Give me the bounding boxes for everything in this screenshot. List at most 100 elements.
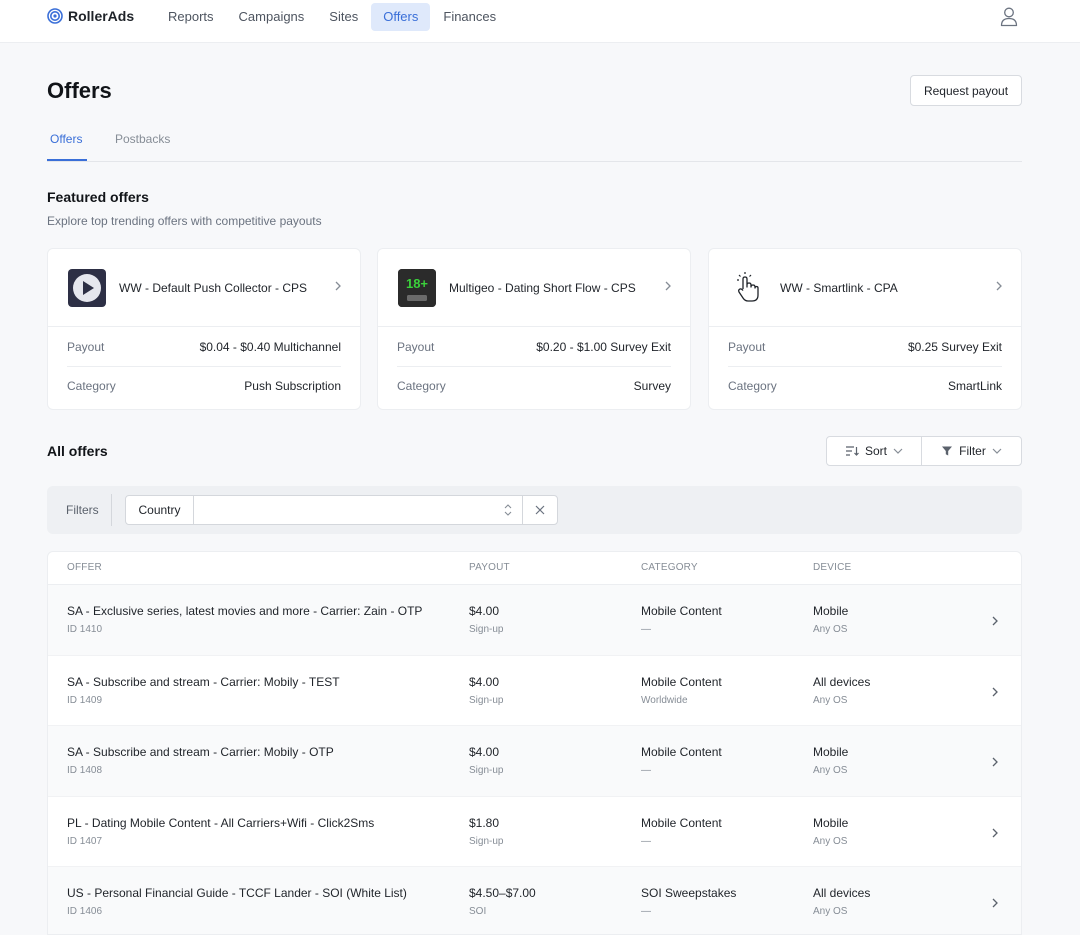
payout-cell: $4.00 Sign-up (469, 604, 503, 635)
filter-label: Filter (959, 444, 986, 458)
featured-offer-card[interactable]: WW - Smartlink - CPA Payout $0.25 Survey… (708, 248, 1022, 410)
page-title: Offers (47, 78, 112, 103)
category-value: Push Subscription (244, 379, 341, 393)
device-os: Any OS (813, 835, 848, 847)
payout-label: Payout (397, 339, 435, 354)
payout-amount: $1.80 (469, 815, 500, 830)
main-nav: Reports Campaigns Sites Offers Finances (156, 3, 509, 31)
filters-label: Filters (66, 503, 99, 517)
device-name: Mobile (813, 745, 849, 759)
payout-cell: $1.80 Sign-up (469, 816, 503, 847)
table-row[interactable]: SA - Subscribe and stream - Carrier: Mob… (48, 726, 1021, 797)
featured-category-row: Category Push Subscription (67, 366, 341, 405)
featured-offer-header[interactable]: WW - Smartlink - CPA (709, 249, 1021, 327)
featured-offer-header[interactable]: 18+ Multigeo - Dating Short Flow - CPS (378, 249, 690, 327)
featured-offer-card[interactable]: 18+ Multigeo - Dating Short Flow - CPS P… (377, 248, 691, 410)
chevron-down-icon (893, 448, 903, 454)
offer-cell: SA - Subscribe and stream - Carrier: Mob… (67, 745, 334, 776)
table-row[interactable]: PL - Dating Mobile Content - All Carrier… (48, 797, 1021, 867)
table-row[interactable]: SA - Subscribe and stream - Carrier: Mob… (48, 656, 1021, 726)
category-geo: — (641, 906, 651, 917)
chevron-right-icon (992, 898, 998, 908)
filter-button[interactable]: Filter (922, 437, 1021, 465)
table-row[interactable]: US - Personal Financial Guide - TCCF Lan… (48, 867, 1021, 934)
table-row[interactable]: SA - Exclusive series, latest movies and… (48, 585, 1021, 656)
category-name: Mobile Content (641, 674, 722, 689)
offer-name: PL - Dating Mobile Content - All Carrier… (67, 815, 375, 830)
column-device: DEVICE (813, 562, 852, 573)
country-select[interactable] (194, 496, 523, 524)
nav-sites[interactable]: Sites (317, 3, 370, 31)
all-offers-title: All offers (47, 443, 108, 459)
category-label: Category (728, 379, 777, 393)
device-cell: All devices Any OS (813, 675, 870, 706)
tab-offers[interactable]: Offers (50, 132, 82, 146)
funnel-icon (942, 446, 953, 456)
category-geo: — (641, 765, 651, 776)
payout-amount: $4.50–$7.00 (469, 886, 536, 900)
payout-amount: $4.00 (469, 604, 500, 618)
device-os: Any OS (813, 765, 848, 776)
offer-id: ID 1409 (67, 694, 103, 706)
payout-label: Payout (728, 339, 766, 354)
user-menu-button[interactable] (999, 6, 1019, 28)
device-name: Mobile (813, 815, 849, 830)
offer-cell: SA - Subscribe and stream - Carrier: Mob… (67, 675, 340, 706)
svg-text:18+: 18+ (406, 276, 428, 291)
chevron-right-icon (992, 757, 998, 767)
category-geo: — (641, 835, 651, 847)
nav-finances[interactable]: Finances (431, 3, 508, 31)
clear-filter-button[interactable] (523, 496, 557, 524)
payout-label: Payout (67, 339, 105, 354)
featured-offer-name: WW - Default Push Collector - CPS (119, 280, 308, 295)
featured-payout-row: Payout $0.25 Survey Exit (728, 327, 1002, 366)
chevron-right-icon (992, 828, 998, 837)
column-payout: PAYOUT (469, 562, 510, 573)
filters-bar: Filters Country (47, 486, 1022, 534)
offers-table: OFFER PAYOUT CATEGORY DEVICE SA - Exclus… (47, 551, 1022, 935)
category-cell: Mobile Content Worldwide (641, 675, 722, 706)
category-label: Category (397, 379, 446, 393)
payout-amount: $4.00 (469, 674, 500, 689)
category-value: SmartLink (947, 379, 1002, 393)
nav-reports[interactable]: Reports (156, 3, 226, 31)
play-icon (68, 268, 106, 307)
sort-button[interactable]: Sort (827, 437, 922, 465)
featured-payout-row: Payout $0.04 - $0.40 Multichannel (67, 327, 341, 366)
column-offer: OFFER (67, 562, 102, 573)
payout-value: $0.20 - $1.00 Survey Exit (536, 339, 671, 354)
device-cell: Mobile Any OS (813, 816, 848, 847)
tab-postbacks[interactable]: Postbacks (115, 132, 170, 146)
featured-offer-card[interactable]: WW - Default Push Collector - CPS Payout… (47, 248, 361, 410)
payout-type: Sign-up (469, 765, 504, 776)
featured-offers-subtitle: Explore top trending offers with competi… (47, 214, 322, 228)
featured-category-row: Category Survey (397, 366, 671, 405)
nav-offers[interactable]: Offers (371, 3, 431, 31)
divider (111, 494, 112, 526)
hand-pointer-icon (729, 268, 767, 307)
page-tabs: Offers Postbacks (47, 128, 1022, 162)
featured-offer-header[interactable]: WW - Default Push Collector - CPS (48, 249, 360, 327)
user-icon (1000, 7, 1018, 27)
brand-logo[interactable]: RollerAds (47, 8, 134, 24)
offer-id: ID 1410 (67, 624, 103, 635)
updown-chevron-icon (504, 504, 512, 516)
payout-value: $0.25 Survey Exit (907, 339, 1002, 354)
featured-offers-title: Featured offers (47, 189, 149, 205)
chevron-right-icon (992, 687, 998, 696)
sort-label: Sort (864, 444, 887, 458)
brand-name: RollerAds (68, 8, 135, 24)
category-label: Category (67, 379, 116, 393)
chevron-right-icon (992, 616, 998, 626)
featured-category-row: Category SmartLink (728, 366, 1002, 405)
category-cell: Mobile Content — (641, 816, 722, 847)
device-os: Any OS (813, 694, 848, 706)
request-payout-button[interactable]: Request payout (910, 75, 1022, 106)
offer-name: SA - Subscribe and stream - Carrier: Mob… (67, 674, 340, 689)
offer-name: SA - Subscribe and stream - Carrier: Mob… (67, 745, 334, 759)
category-value: Survey (633, 379, 671, 393)
nav-campaigns[interactable]: Campaigns (227, 3, 317, 31)
offer-cell: US - Personal Financial Guide - TCCF Lan… (67, 886, 407, 917)
category-name: SOI Sweepstakes (641, 886, 737, 900)
offer-id: ID 1408 (67, 765, 103, 776)
